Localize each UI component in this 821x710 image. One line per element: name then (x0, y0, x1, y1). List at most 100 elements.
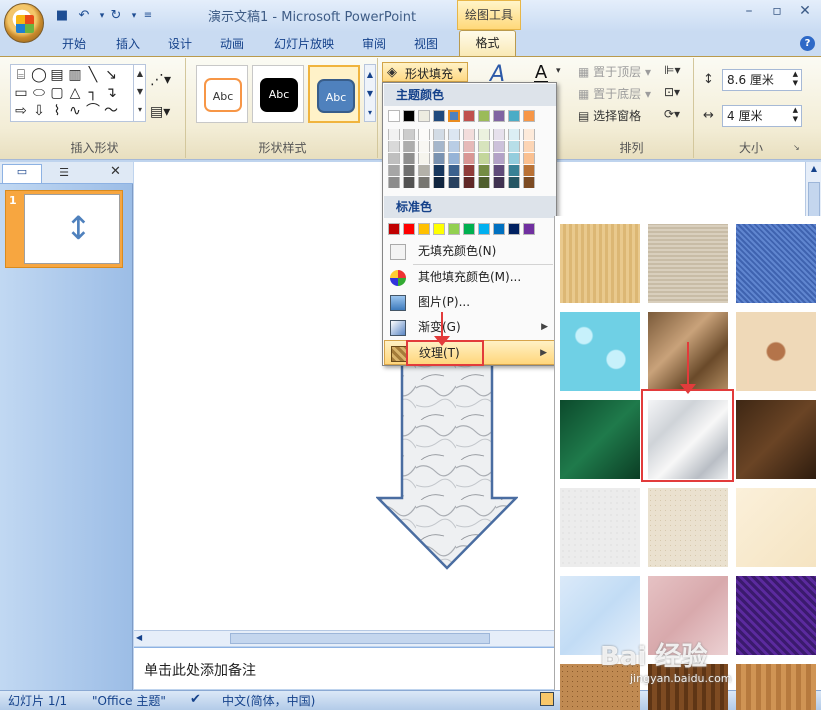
color-swatch[interactable] (508, 223, 520, 235)
spell-check-icon[interactable]: ✔ (190, 692, 201, 707)
color-swatch[interactable] (388, 141, 400, 152)
color-swatch[interactable] (448, 141, 460, 152)
notes-pane[interactable]: 单击此处添加备注 (134, 647, 554, 689)
color-swatch[interactable] (418, 141, 430, 152)
color-swatch[interactable] (478, 153, 490, 164)
color-swatch[interactable] (463, 141, 475, 152)
color-swatch[interactable] (478, 110, 490, 122)
edit-shape-icon[interactable]: ⋰▾ (150, 72, 171, 88)
color-swatch[interactable] (508, 141, 520, 152)
tab-design[interactable]: 设计 (162, 34, 198, 56)
theme-colors-grid[interactable] (383, 107, 556, 191)
color-swatch[interactable] (403, 110, 415, 122)
color-swatch[interactable] (463, 177, 475, 188)
tab-review[interactable]: 审阅 (356, 34, 392, 56)
color-swatch[interactable] (523, 129, 535, 140)
style-thumb-black[interactable]: Abc (252, 65, 304, 123)
color-swatch[interactable] (448, 110, 460, 122)
send-to-back-button[interactable]: ▦ 置于底层 ▾ (578, 85, 651, 102)
color-swatch[interactable] (403, 223, 415, 235)
redo-icon[interactable]: ↻ (108, 8, 124, 24)
down-arrow-icon[interactable]: ⇩ (31, 103, 47, 119)
texture-water-droplets[interactable] (560, 312, 640, 391)
maximize-icon[interactable]: ▫ (766, 2, 788, 20)
color-swatch[interactable] (433, 110, 445, 122)
color-swatch[interactable] (508, 165, 520, 176)
color-swatch[interactable] (463, 223, 475, 235)
color-swatch[interactable] (493, 153, 505, 164)
close-panel-icon[interactable]: ✕ (110, 164, 121, 179)
triangle-icon[interactable]: △ (67, 85, 83, 101)
color-swatch[interactable] (433, 165, 445, 176)
color-swatch[interactable] (523, 223, 535, 235)
texture-green-marble[interactable] (560, 400, 640, 479)
color-swatch[interactable] (493, 110, 505, 122)
texture-sand[interactable] (648, 488, 728, 567)
down-arrow-shape[interactable] (376, 340, 518, 570)
color-swatch[interactable] (448, 165, 460, 176)
rotate-icon[interactable]: ⟳▾ (664, 107, 680, 121)
styles-more-icon[interactable]: ▲ ▼ ▾ (364, 64, 376, 122)
horizontal-scrollbar[interactable]: ◀ (134, 630, 554, 646)
height-input[interactable]: 8.6 厘米 ▲ ▼ (722, 69, 802, 91)
texture-canvas[interactable] (648, 224, 728, 303)
align-icon[interactable]: ⊫▾ (664, 63, 680, 77)
scroll-left-icon[interactable]: ◀ (136, 633, 142, 642)
color-swatch[interactable] (478, 129, 490, 140)
color-swatch[interactable] (493, 129, 505, 140)
rectangle-icon[interactable]: ▭ (13, 85, 29, 101)
color-swatch[interactable] (388, 153, 400, 164)
textbox-insert-icon[interactable]: ▤▾ (150, 104, 170, 120)
rounded-rect-icon[interactable]: ▢ (49, 85, 65, 101)
color-swatch[interactable] (403, 177, 415, 188)
outline-tab-icon[interactable]: ☰ (44, 166, 84, 183)
texture-fish-fossil[interactable] (736, 312, 816, 391)
vertical-textbox-icon[interactable]: ▤ (49, 67, 65, 83)
arrow-line-icon[interactable]: ↘ (103, 67, 119, 83)
office-button[interactable] (4, 3, 44, 43)
tab-slideshow[interactable]: 幻灯片放映 (268, 34, 340, 56)
color-swatch[interactable] (418, 110, 430, 122)
color-swatch[interactable] (508, 129, 520, 140)
style-thumb-blue-selected[interactable]: Abc (308, 65, 360, 123)
scroll-up-icon[interactable]: ▲ (808, 164, 820, 178)
color-swatch[interactable] (478, 177, 490, 188)
elbow-arrow-icon[interactable]: ↴ (103, 85, 119, 101)
right-arrow-icon[interactable]: ⇨ (13, 103, 29, 119)
color-swatch[interactable] (448, 223, 460, 235)
color-swatch[interactable] (463, 110, 475, 122)
style-thumb-orange[interactable]: Abc (196, 65, 248, 123)
selection-pane-button[interactable]: ▤ 选择窗格 (578, 107, 641, 124)
tab-format[interactable]: 格式 (459, 30, 516, 56)
group-objects-icon[interactable]: ⊡▾ (664, 85, 680, 99)
texture-granite[interactable] (560, 488, 640, 567)
color-swatch[interactable] (388, 129, 400, 140)
color-swatch[interactable] (388, 165, 400, 176)
color-swatch[interactable] (523, 165, 535, 176)
spinner-icon[interactable]: ▲ ▼ (793, 70, 798, 88)
texture-purple-mesh[interactable] (736, 576, 816, 655)
color-swatch[interactable] (403, 141, 415, 152)
color-swatch[interactable] (493, 177, 505, 188)
close-icon[interactable]: ✕ (794, 2, 816, 20)
color-swatch[interactable] (508, 110, 520, 122)
ellipse-icon[interactable]: ⬭ (31, 85, 47, 101)
oval-callout-icon[interactable]: ◯ (31, 67, 47, 83)
tab-insert[interactable]: 插入 (110, 34, 146, 56)
color-swatch[interactable] (418, 153, 430, 164)
table-shape-icon[interactable]: ▥ (67, 67, 83, 83)
color-swatch[interactable] (523, 141, 535, 152)
shapes-gallery[interactable]: ⌸ ◯ ▤ ▥ ╲ ↘ ▭ ⬭ ▢ △ ┐ ↴ ⇨ ⇩ ⌇ ∿ ⌒ 〜 ▲ ▼ ▾ (10, 64, 146, 122)
color-swatch[interactable] (478, 223, 490, 235)
color-swatch[interactable] (523, 153, 535, 164)
color-swatch[interactable] (508, 153, 520, 164)
customize-qat-icon[interactable]: ≡ (140, 8, 156, 24)
shapes-more-icon[interactable]: ▲ ▼ ▾ (133, 65, 146, 121)
undo-icon[interactable]: ↶ (76, 8, 92, 24)
language[interactable]: 中文(简体，中国) (222, 692, 315, 709)
color-swatch[interactable] (463, 129, 475, 140)
color-swatch[interactable] (448, 177, 460, 188)
color-swatch[interactable] (403, 129, 415, 140)
texture-papyrus[interactable] (560, 224, 640, 303)
help-icon[interactable]: ? (800, 36, 815, 51)
